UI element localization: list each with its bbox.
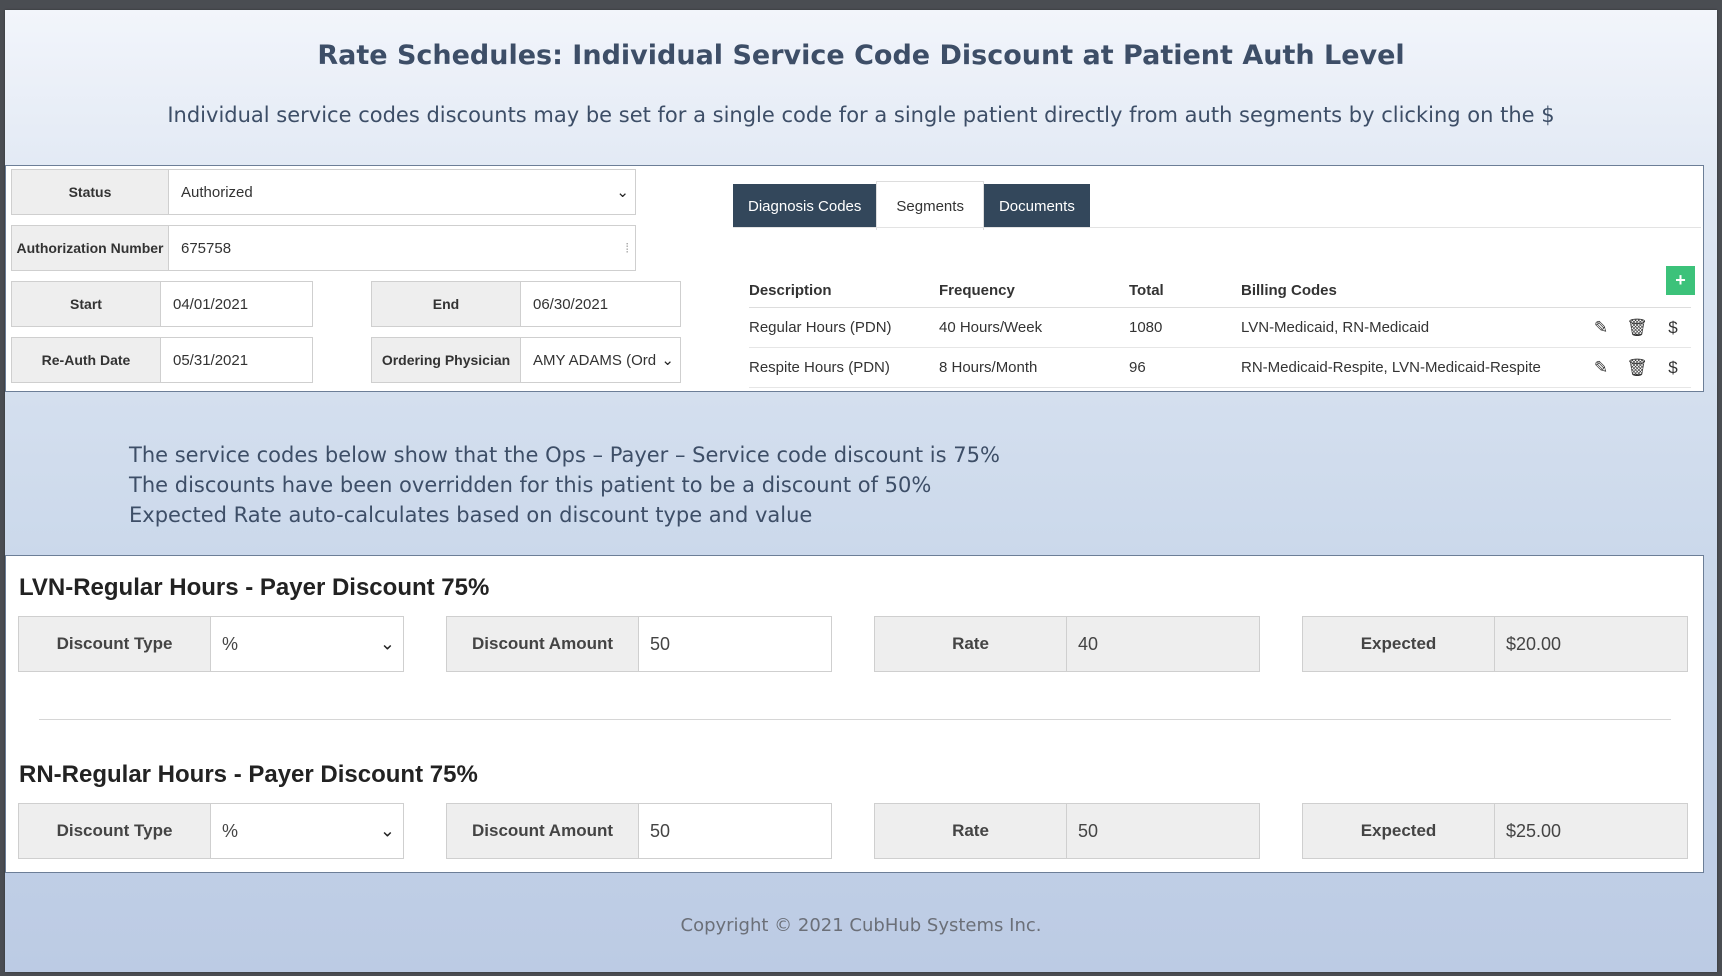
expected-label: Expected <box>1302 803 1495 859</box>
pencil-icon[interactable]: ✎ <box>1583 347 1619 388</box>
end-date-field[interactable]: 06/30/2021 <box>521 281 681 327</box>
discount-type-select[interactable]: % ⌄ <box>211 803 404 859</box>
cell-frequency: 40 Hours/Week <box>939 307 1129 348</box>
discount-type-label: Discount Type <box>18 616 211 672</box>
expected-value: $20.00 <box>1495 616 1688 672</box>
discount-amount-group: Discount Amount 50 <box>446 616 832 672</box>
cell-description: Regular Hours (PDN) <box>749 307 939 348</box>
segments-table: Description Frequency Total Billing Code… <box>749 273 1691 388</box>
reauth-date-field[interactable]: 05/31/2021 <box>161 337 313 383</box>
rate-label: Rate <box>874 803 1067 859</box>
column-header-billing-codes: Billing Codes <box>1241 273 1583 308</box>
chevron-down-icon: ⌄ <box>379 820 395 841</box>
page-subtitle: Individual service codes discounts may b… <box>167 103 1555 127</box>
rate-group: Rate 40 <box>874 616 1260 672</box>
discount-amount-group: Discount Amount 50 <box>446 803 832 859</box>
status-value: Authorized <box>181 183 253 201</box>
column-header-description: Description <box>749 273 939 308</box>
chevron-down-icon: ⌄ <box>379 633 395 654</box>
discount-type-group: Discount Type % ⌄ <box>18 803 404 859</box>
status-row: Status Authorized ⌄ <box>11 169 636 215</box>
trash-icon[interactable]: 🗑 <box>1619 347 1655 388</box>
cell-total: 1080 <box>1129 307 1241 348</box>
discount-type-group: Discount Type % ⌄ <box>18 616 404 672</box>
physician-label: Ordering Physician <box>371 337 521 383</box>
tab-divider <box>733 227 1701 228</box>
text-cursor-icon: ⁞ <box>625 240 629 256</box>
physician-value: AMY ADAMS (Ord <box>533 351 657 369</box>
discount-type-value: % <box>222 820 239 841</box>
dollar-icon[interactable]: $ <box>1655 347 1691 388</box>
rate-value: 40 <box>1067 616 1260 672</box>
copyright-footer: Copyright © 2021 CubHub Systems Inc. <box>680 915 1042 936</box>
authorization-panel: Status Authorized ⌄ Authorization Number… <box>5 165 1704 392</box>
start-label: Start <box>11 281 161 327</box>
discount-amount-input[interactable]: 50 <box>639 803 832 859</box>
discount-type-select[interactable]: % ⌄ <box>211 616 404 672</box>
page-title: Rate Schedules: Individual Service Code … <box>317 40 1405 71</box>
discount-amount-label: Discount Amount <box>446 803 639 859</box>
note-line: Expected Rate auto-calculates based on d… <box>129 503 813 527</box>
auth-number-label: Authorization Number <box>11 225 169 271</box>
discount-type-label: Discount Type <box>18 803 211 859</box>
start-date-field[interactable]: 04/01/2021 <box>161 281 313 327</box>
cell-description: Respite Hours (PDN) <box>749 347 939 388</box>
start-row: Start 04/01/2021 <box>11 281 313 327</box>
expected-group: Expected $25.00 <box>1302 803 1688 859</box>
section-title-lvn: LVN-Regular Hours - Payer Discount 75% <box>19 574 490 601</box>
expected-group: Expected $20.00 <box>1302 616 1688 672</box>
cell-billing-codes: RN-Medicaid-Respite, LVN-Medicaid-Respit… <box>1241 347 1583 388</box>
end-date-value: 06/30/2021 <box>533 295 609 313</box>
section-divider <box>39 719 1671 720</box>
pencil-icon[interactable]: ✎ <box>1583 307 1619 348</box>
status-label: Status <box>11 169 169 215</box>
physician-select[interactable]: AMY ADAMS (Ord ⌄ <box>521 337 681 383</box>
table-row: Respite Hours (PDN) 8 Hours/Month 96 RN-… <box>749 347 1691 388</box>
note-line: The discounts have been overridden for t… <box>129 473 932 497</box>
tab-bar: Diagnosis Codes Segments Documents <box>733 181 1090 230</box>
section-title-rn: RN-Regular Hours - Payer Discount 75% <box>19 761 478 788</box>
dollar-icon[interactable]: $ <box>1655 307 1691 348</box>
reauth-label: Re-Auth Date <box>11 337 161 383</box>
discount-type-value: % <box>222 633 239 654</box>
end-row: End 06/30/2021 <box>371 281 681 327</box>
end-label: End <box>371 281 521 327</box>
rate-group: Rate 50 <box>874 803 1260 859</box>
auth-number-field[interactable]: 675758 ⁞ <box>169 225 636 271</box>
discount-row-rn: Discount Type % ⌄ Discount Amount 50 Rat… <box>18 803 1698 859</box>
physician-row: Ordering Physician AMY ADAMS (Ord ⌄ <box>371 337 681 383</box>
rate-value: 50 <box>1067 803 1260 859</box>
discount-amount-label: Discount Amount <box>446 616 639 672</box>
auth-number-row: Authorization Number 675758 ⁞ <box>11 225 636 271</box>
tab-documents[interactable]: Documents <box>983 184 1090 228</box>
explanation-notes: The service codes below show that the Op… <box>129 440 1000 530</box>
chevron-down-icon: ⌄ <box>657 351 674 369</box>
cell-billing-codes: LVN-Medicaid, RN-Medicaid <box>1241 307 1583 348</box>
column-header-frequency: Frequency <box>939 273 1129 308</box>
start-date-value: 04/01/2021 <box>173 295 249 313</box>
cell-total: 96 <box>1129 347 1241 388</box>
tab-diagnosis-codes[interactable]: Diagnosis Codes <box>733 184 877 228</box>
discount-row-lvn: Discount Type % ⌄ Discount Amount 50 Rat… <box>18 616 1698 672</box>
chevron-down-icon: ⌄ <box>616 184 629 201</box>
cell-frequency: 8 Hours/Month <box>939 347 1129 388</box>
table-row: Regular Hours (PDN) 40 Hours/Week 1080 L… <box>749 307 1691 348</box>
tab-segments[interactable]: Segments <box>876 181 984 230</box>
expected-value: $25.00 <box>1495 803 1688 859</box>
discount-amount-input[interactable]: 50 <box>639 616 832 672</box>
trash-icon[interactable]: 🗑 <box>1619 307 1655 348</box>
expected-label: Expected <box>1302 616 1495 672</box>
reauth-date-value: 05/31/2021 <box>173 351 249 369</box>
discount-panel: LVN-Regular Hours - Payer Discount 75% D… <box>5 555 1704 873</box>
status-select[interactable]: Authorized ⌄ <box>169 169 636 215</box>
auth-number-value: 675758 <box>181 239 232 257</box>
column-header-total: Total <box>1129 273 1241 308</box>
note-line: The service codes below show that the Op… <box>129 443 1000 467</box>
reauth-row: Re-Auth Date 05/31/2021 <box>11 337 313 383</box>
table-header-row: Description Frequency Total Billing Code… <box>749 273 1691 308</box>
rate-label: Rate <box>874 616 1067 672</box>
